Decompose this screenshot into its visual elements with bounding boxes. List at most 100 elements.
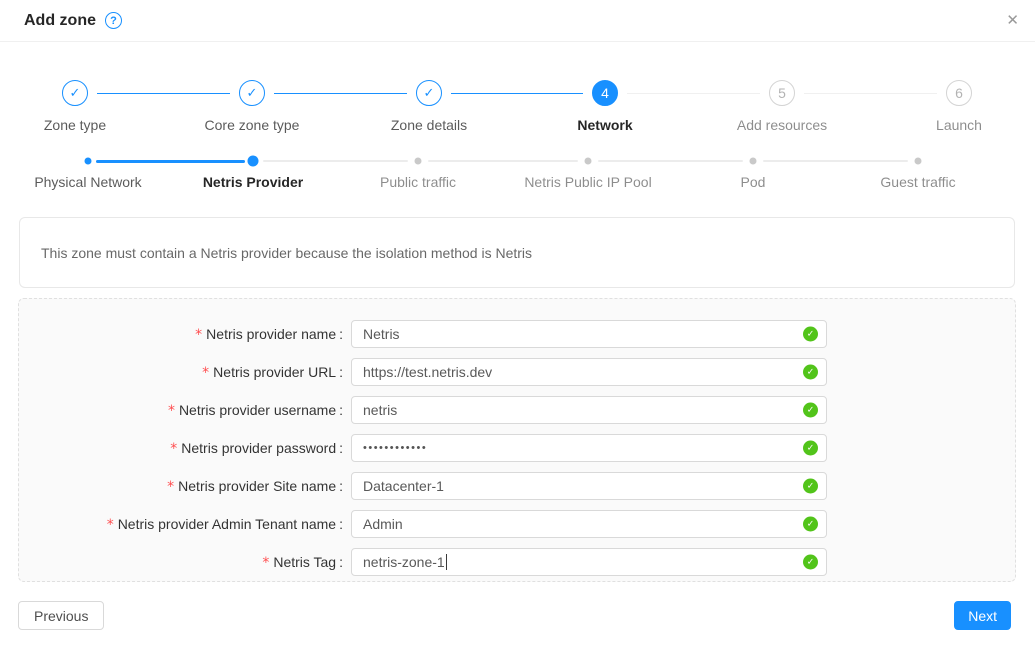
field-label: *Netris provider name: (19, 326, 351, 343)
form-row: *Netris provider username: netris ✓ (19, 396, 1015, 424)
check-circle-icon: ✓ (239, 80, 265, 106)
substep-connector (263, 160, 408, 162)
success-check-icon: ✓ (803, 555, 818, 570)
required-mark: * (168, 403, 175, 419)
label-text: Netris provider password (181, 440, 336, 456)
netris-provider-form: *Netris provider name: Netris ✓ *Netris … (18, 298, 1016, 582)
check-glyph: ✓ (247, 85, 258, 101)
required-mark: * (170, 441, 177, 457)
netris-provider-username-input[interactable]: netris ✓ (351, 396, 827, 424)
required-mark: * (262, 555, 269, 571)
form-row: *Netris provider name: Netris ✓ (19, 320, 1015, 348)
wizard-step-core-zone-type: Core zone type (205, 117, 300, 133)
required-mark: * (167, 479, 174, 495)
check-glyph: ✓ (807, 481, 815, 492)
check-circle-icon: ✓ (62, 80, 88, 106)
label-colon: : (339, 402, 343, 418)
substep-public-traffic: Public traffic (380, 174, 456, 190)
step-connector (274, 93, 407, 94)
input-value: •••••••••••• (363, 442, 427, 454)
netris-provider-admin-tenant-name-input[interactable]: Admin ✓ (351, 510, 827, 538)
field-label: *Netris provider password: (19, 440, 351, 457)
netris-provider-site-name-input[interactable]: Datacenter-1 ✓ (351, 472, 827, 500)
substep-connector (598, 160, 743, 162)
step-number-icon: 5 (769, 80, 795, 106)
netris-provider-password-input[interactable]: •••••••••••• ✓ (351, 434, 827, 462)
label-colon: : (339, 516, 343, 532)
label-text: Netris provider Site name (178, 478, 336, 494)
check-glyph: ✓ (807, 519, 815, 530)
required-mark: * (202, 365, 209, 381)
form-row: *Netris provider password: •••••••••••• … (19, 434, 1015, 462)
label-text: Netris provider name (206, 326, 336, 342)
success-check-icon: ✓ (803, 517, 818, 532)
form-row: *Netris provider Site name: Datacenter-1… (19, 472, 1015, 500)
substep-netris-public-ip-pool: Netris Public IP Pool (524, 174, 651, 190)
text-cursor (446, 554, 448, 570)
form-row: *Netris provider URL: https://test.netri… (19, 358, 1015, 386)
input-value: netris (363, 402, 397, 418)
form-row: *Netris Tag: netris-zone-1 ✓ (19, 548, 1015, 576)
substep-dot (750, 158, 757, 165)
success-check-icon: ✓ (803, 327, 818, 342)
wizard-step-launch: Launch (936, 117, 982, 133)
previous-button[interactable]: Previous (18, 601, 104, 630)
wizard-step-zone-details: Zone details (391, 117, 467, 133)
wizard-steps: ✓ ✓ ✓ 4 5 6 Zone type Core zone type Zon… (20, 80, 1015, 144)
dialog-header: Add zone ? ✕ (0, 0, 1035, 42)
substep-connector (763, 160, 908, 162)
field-label: *Netris provider Admin Tenant name: (19, 516, 351, 533)
step-number-icon: 6 (946, 80, 972, 106)
substep-dot (85, 158, 92, 165)
substep-connector (428, 160, 578, 162)
input-value: Admin (363, 516, 403, 532)
check-glyph: ✓ (424, 85, 435, 101)
field-label: *Netris provider username: (19, 402, 351, 419)
step-number-icon: 4 (592, 80, 618, 106)
substep-guest-traffic: Guest traffic (880, 174, 955, 190)
step-connector (451, 93, 583, 94)
next-button[interactable]: Next (954, 601, 1011, 630)
input-value: Datacenter-1 (363, 478, 444, 494)
label-text: Netris Tag (273, 554, 336, 570)
field-label: *Netris provider URL: (19, 364, 351, 381)
netris-provider-name-input[interactable]: Netris ✓ (351, 320, 827, 348)
substep-netris-provider: Netris Provider (203, 174, 303, 190)
success-check-icon: ✓ (803, 479, 818, 494)
required-mark: * (107, 517, 114, 533)
netris-tag-input[interactable]: netris-zone-1 ✓ (351, 548, 827, 576)
substep-pod: Pod (741, 174, 766, 190)
input-value: https://test.netris.dev (363, 364, 492, 380)
label-text: Netris provider URL (213, 364, 336, 380)
substep-physical-network: Physical Network (34, 174, 141, 190)
substep-dot (415, 158, 422, 165)
success-check-icon: ✓ (803, 403, 818, 418)
success-check-icon: ✓ (803, 365, 818, 380)
close-icon[interactable]: ✕ (1006, 11, 1019, 31)
add-zone-dialog: Add zone ? ✕ ✓ ✓ ✓ 4 5 6 Zone type Core … (0, 0, 1035, 653)
label-text: Netris provider username (179, 402, 336, 418)
form-row: *Netris provider Admin Tenant name: Admi… (19, 510, 1015, 538)
wizard-step-network: Network (577, 117, 632, 133)
page-title: Add zone (24, 12, 96, 30)
check-glyph: ✓ (807, 443, 815, 454)
help-icon[interactable]: ? (105, 12, 122, 29)
check-glyph: ✓ (807, 367, 815, 378)
step-connector (627, 93, 760, 94)
required-mark: * (195, 327, 202, 343)
label-text: Netris provider Admin Tenant name (118, 516, 336, 532)
label-colon: : (339, 326, 343, 342)
substep-dot (585, 158, 592, 165)
netris-provider-url-input[interactable]: https://test.netris.dev ✓ (351, 358, 827, 386)
input-value: netris-zone-1 (363, 554, 445, 570)
input-value: Netris (363, 326, 400, 342)
field-label: *Netris provider Site name: (19, 478, 351, 495)
check-glyph: ✓ (807, 405, 815, 416)
label-colon: : (339, 364, 343, 380)
network-sub-steps: Physical Network Netris Provider Public … (20, 154, 1015, 198)
wizard-step-zone-type: Zone type (44, 117, 106, 133)
wizard-step-add-resources: Add resources (737, 117, 827, 133)
substep-dot (915, 158, 922, 165)
step-connector (97, 93, 230, 94)
substep-dot (248, 156, 259, 167)
